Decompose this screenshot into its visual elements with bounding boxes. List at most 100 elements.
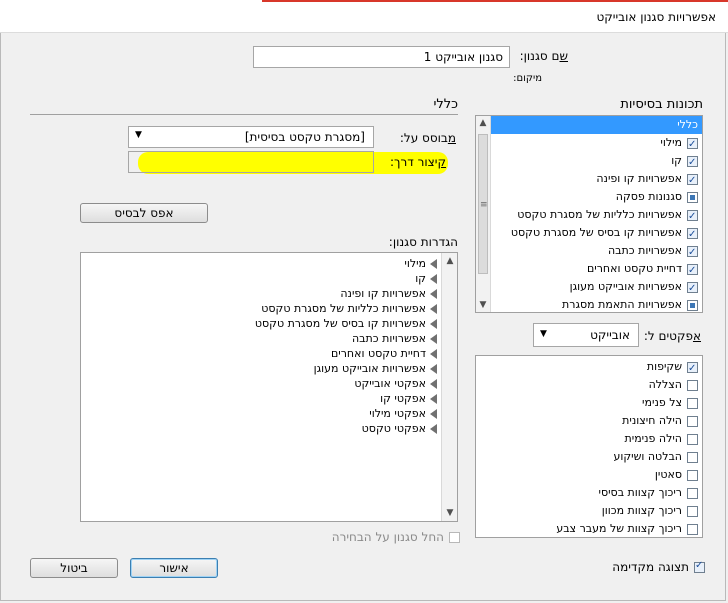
checkbox-icon[interactable] <box>687 299 698 311</box>
checkbox-icon[interactable] <box>687 523 698 535</box>
style-setting-item[interactable]: אפשרויות קו ופינה <box>340 286 437 301</box>
shortcut-input[interactable] <box>128 151 374 173</box>
reset-to-base-button[interactable]: אפס לבסיס <box>80 203 208 223</box>
effects-list[interactable]: שקיפות הצללה צל פנימי הילה חיצונית הילה פנימ… <box>475 355 703 538</box>
ok-button[interactable]: אישור <box>130 558 218 578</box>
basic-attributes-list[interactable]: כללי מילוי קו אפשרויות קו ופינה סגנונות פסקה… <box>475 115 703 313</box>
checkbox-icon[interactable] <box>687 469 698 481</box>
basic-attribute-item[interactable]: קו <box>491 152 702 172</box>
preview-label: תצוגה מקדימה <box>612 560 689 574</box>
settings-scrollbar[interactable]: ▲ ▼ <box>441 253 457 521</box>
checkbox-icon[interactable] <box>687 172 698 190</box>
style-setting-item[interactable]: אפשרויות קו בסיס של מסגרת טקסט <box>255 316 437 331</box>
effect-label: הילה פנימית <box>624 432 682 445</box>
basic-attribute-item[interactable]: מילוי <box>491 134 702 154</box>
effect-item[interactable]: הבלטה ושיקוע <box>613 448 698 466</box>
effect-item[interactable]: ריכוך קצוות מכוון <box>602 502 698 520</box>
style-setting-item[interactable]: מילוי <box>404 256 437 271</box>
checkbox-icon[interactable] <box>687 451 698 463</box>
checkbox-icon[interactable] <box>687 244 698 262</box>
expand-arrow-icon[interactable] <box>430 394 437 404</box>
style-setting-item[interactable]: אפקטי אובייקט <box>354 376 437 391</box>
expand-arrow-icon[interactable] <box>430 274 437 284</box>
style-setting-label: אפשרויות קו ופינה <box>340 287 426 300</box>
style-setting-item[interactable]: אפקטי קו <box>380 391 437 406</box>
style-setting-item[interactable]: אפשרויות אובייקט מעוגן <box>314 361 437 376</box>
effect-item[interactable]: הילה חיצונית <box>622 412 698 430</box>
expand-arrow-icon[interactable] <box>430 319 437 329</box>
basic-attribute-item[interactable]: אפשרויות אובייקט מעוגן <box>491 278 702 298</box>
effect-item[interactable]: שקיפות <box>646 358 698 378</box>
style-setting-item[interactable]: אפקטי מילוי <box>369 406 437 421</box>
effect-item[interactable]: ריכוך קצוות בסיסי <box>599 484 698 502</box>
checkbox-icon[interactable] <box>687 262 698 280</box>
checkbox-icon[interactable] <box>687 433 698 445</box>
cancel-button[interactable]: ביטול <box>30 558 118 578</box>
effect-item[interactable]: הצללה <box>649 376 698 394</box>
checkbox-icon[interactable] <box>687 280 698 298</box>
basic-attribute-item[interactable]: כללי <box>491 116 702 134</box>
checkbox-icon[interactable] <box>687 191 698 203</box>
basic-attribute-item[interactable]: אפשרויות התאמת מסגרת <box>491 296 702 314</box>
shortcut-label: קיצור דרך: <box>390 155 446 169</box>
expand-arrow-icon[interactable] <box>430 334 437 344</box>
expand-arrow-icon[interactable] <box>430 409 437 419</box>
expand-arrow-icon[interactable] <box>430 289 437 299</box>
effect-item[interactable]: הילה פנימית <box>625 430 698 448</box>
effect-label: ריכוך קצוות מכוון <box>601 504 682 517</box>
preview-checkbox[interactable]: תצוגה מקדימה <box>612 560 705 574</box>
basic-attribute-label: דחיית טקסט ואחרים <box>586 262 682 275</box>
checkbox-icon[interactable] <box>687 415 698 427</box>
effects-for-dropdown[interactable]: אובייקט ▼ <box>533 323 639 347</box>
checkbox-icon[interactable] <box>687 208 698 226</box>
apply-style-on-selection-checkbox[interactable]: החל סגנון על הבחירה <box>332 530 460 544</box>
scroll-down-icon[interactable]: ▼ <box>443 508 457 518</box>
style-setting-item[interactable]: אפשרויות כתבה <box>352 331 437 346</box>
basic-attribute-item[interactable]: אפשרויות קו בסיס של מסגרת טקסט <box>491 224 702 244</box>
basic-attribute-item[interactable]: אפשרויות כתבה <box>491 242 702 262</box>
style-setting-item[interactable]: אפשרויות כלליות של מסגרת טקסט <box>261 301 437 316</box>
style-setting-item[interactable]: קו <box>415 271 437 286</box>
effect-item[interactable]: סאטין <box>655 466 698 484</box>
checkbox-icon[interactable] <box>687 505 698 517</box>
scroll-down-icon[interactable]: ▼ <box>476 300 490 310</box>
basic-attribute-item[interactable]: דחיית טקסט ואחרים <box>491 260 702 280</box>
basic-attribute-item[interactable]: אפשרויות קו ופינה <box>491 170 702 190</box>
basic-attribute-label: אפשרויות אובייקט מעוגן <box>569 280 682 293</box>
style-setting-item[interactable]: אפקטי טקסט <box>362 421 437 436</box>
checkbox-icon[interactable] <box>687 397 698 409</box>
based-on-label: מבוסס על: <box>399 131 456 145</box>
basic-attributes-scrollbar[interactable]: ▲ ≡ ▼ <box>476 116 491 312</box>
checkbox-icon[interactable] <box>687 487 698 499</box>
style-setting-item[interactable]: דחיית טקסט ואחרים <box>331 346 437 361</box>
style-setting-label: מילוי <box>404 257 426 270</box>
expand-arrow-icon[interactable] <box>430 349 437 359</box>
section-title-general: כללי <box>433 97 458 112</box>
basic-attribute-item[interactable]: אפשרויות כלליות של מסגרת טקסט <box>491 206 702 226</box>
checkbox-icon[interactable] <box>687 136 698 154</box>
basic-attribute-label: סגנונות פסקה <box>615 190 682 203</box>
effect-item[interactable]: ריכוך קצוות של מעבר צבע <box>556 520 698 538</box>
style-name-input[interactable]: סגנון אובייקט 1 <box>253 46 510 68</box>
based-on-dropdown[interactable]: [מסגרת טקסט בסיסית] ▼ <box>128 126 374 148</box>
window-title: אפשרויות סגנון אובייקט <box>596 10 717 24</box>
checkbox-icon[interactable] <box>687 360 698 378</box>
style-settings-list[interactable]: מילוי קו אפשרויות קו ופינה אפשרויות כלליות … <box>80 252 458 522</box>
basic-attribute-label: אפשרויות קו בסיס של מסגרת טקסט <box>510 226 682 239</box>
scroll-up-icon[interactable]: ▲ <box>443 256 457 266</box>
effect-item[interactable]: צל פנימי <box>642 394 698 412</box>
expand-arrow-icon[interactable] <box>430 259 437 269</box>
effect-label: הצללה <box>648 378 682 391</box>
chevron-down-icon: ▼ <box>135 130 142 140</box>
effect-label: שקיפות <box>646 360 682 373</box>
expand-arrow-icon[interactable] <box>430 424 437 434</box>
style-name-label: שם סגנון: <box>519 49 568 63</box>
checkbox-icon[interactable] <box>687 226 698 244</box>
basic-attribute-item[interactable]: סגנונות פסקה <box>491 188 702 206</box>
checkbox-icon[interactable] <box>687 154 698 172</box>
expand-arrow-icon[interactable] <box>430 379 437 389</box>
expand-arrow-icon[interactable] <box>430 364 437 374</box>
checkbox-icon[interactable] <box>687 379 698 391</box>
scroll-up-icon[interactable]: ▲ <box>476 118 490 128</box>
expand-arrow-icon[interactable] <box>430 304 437 314</box>
